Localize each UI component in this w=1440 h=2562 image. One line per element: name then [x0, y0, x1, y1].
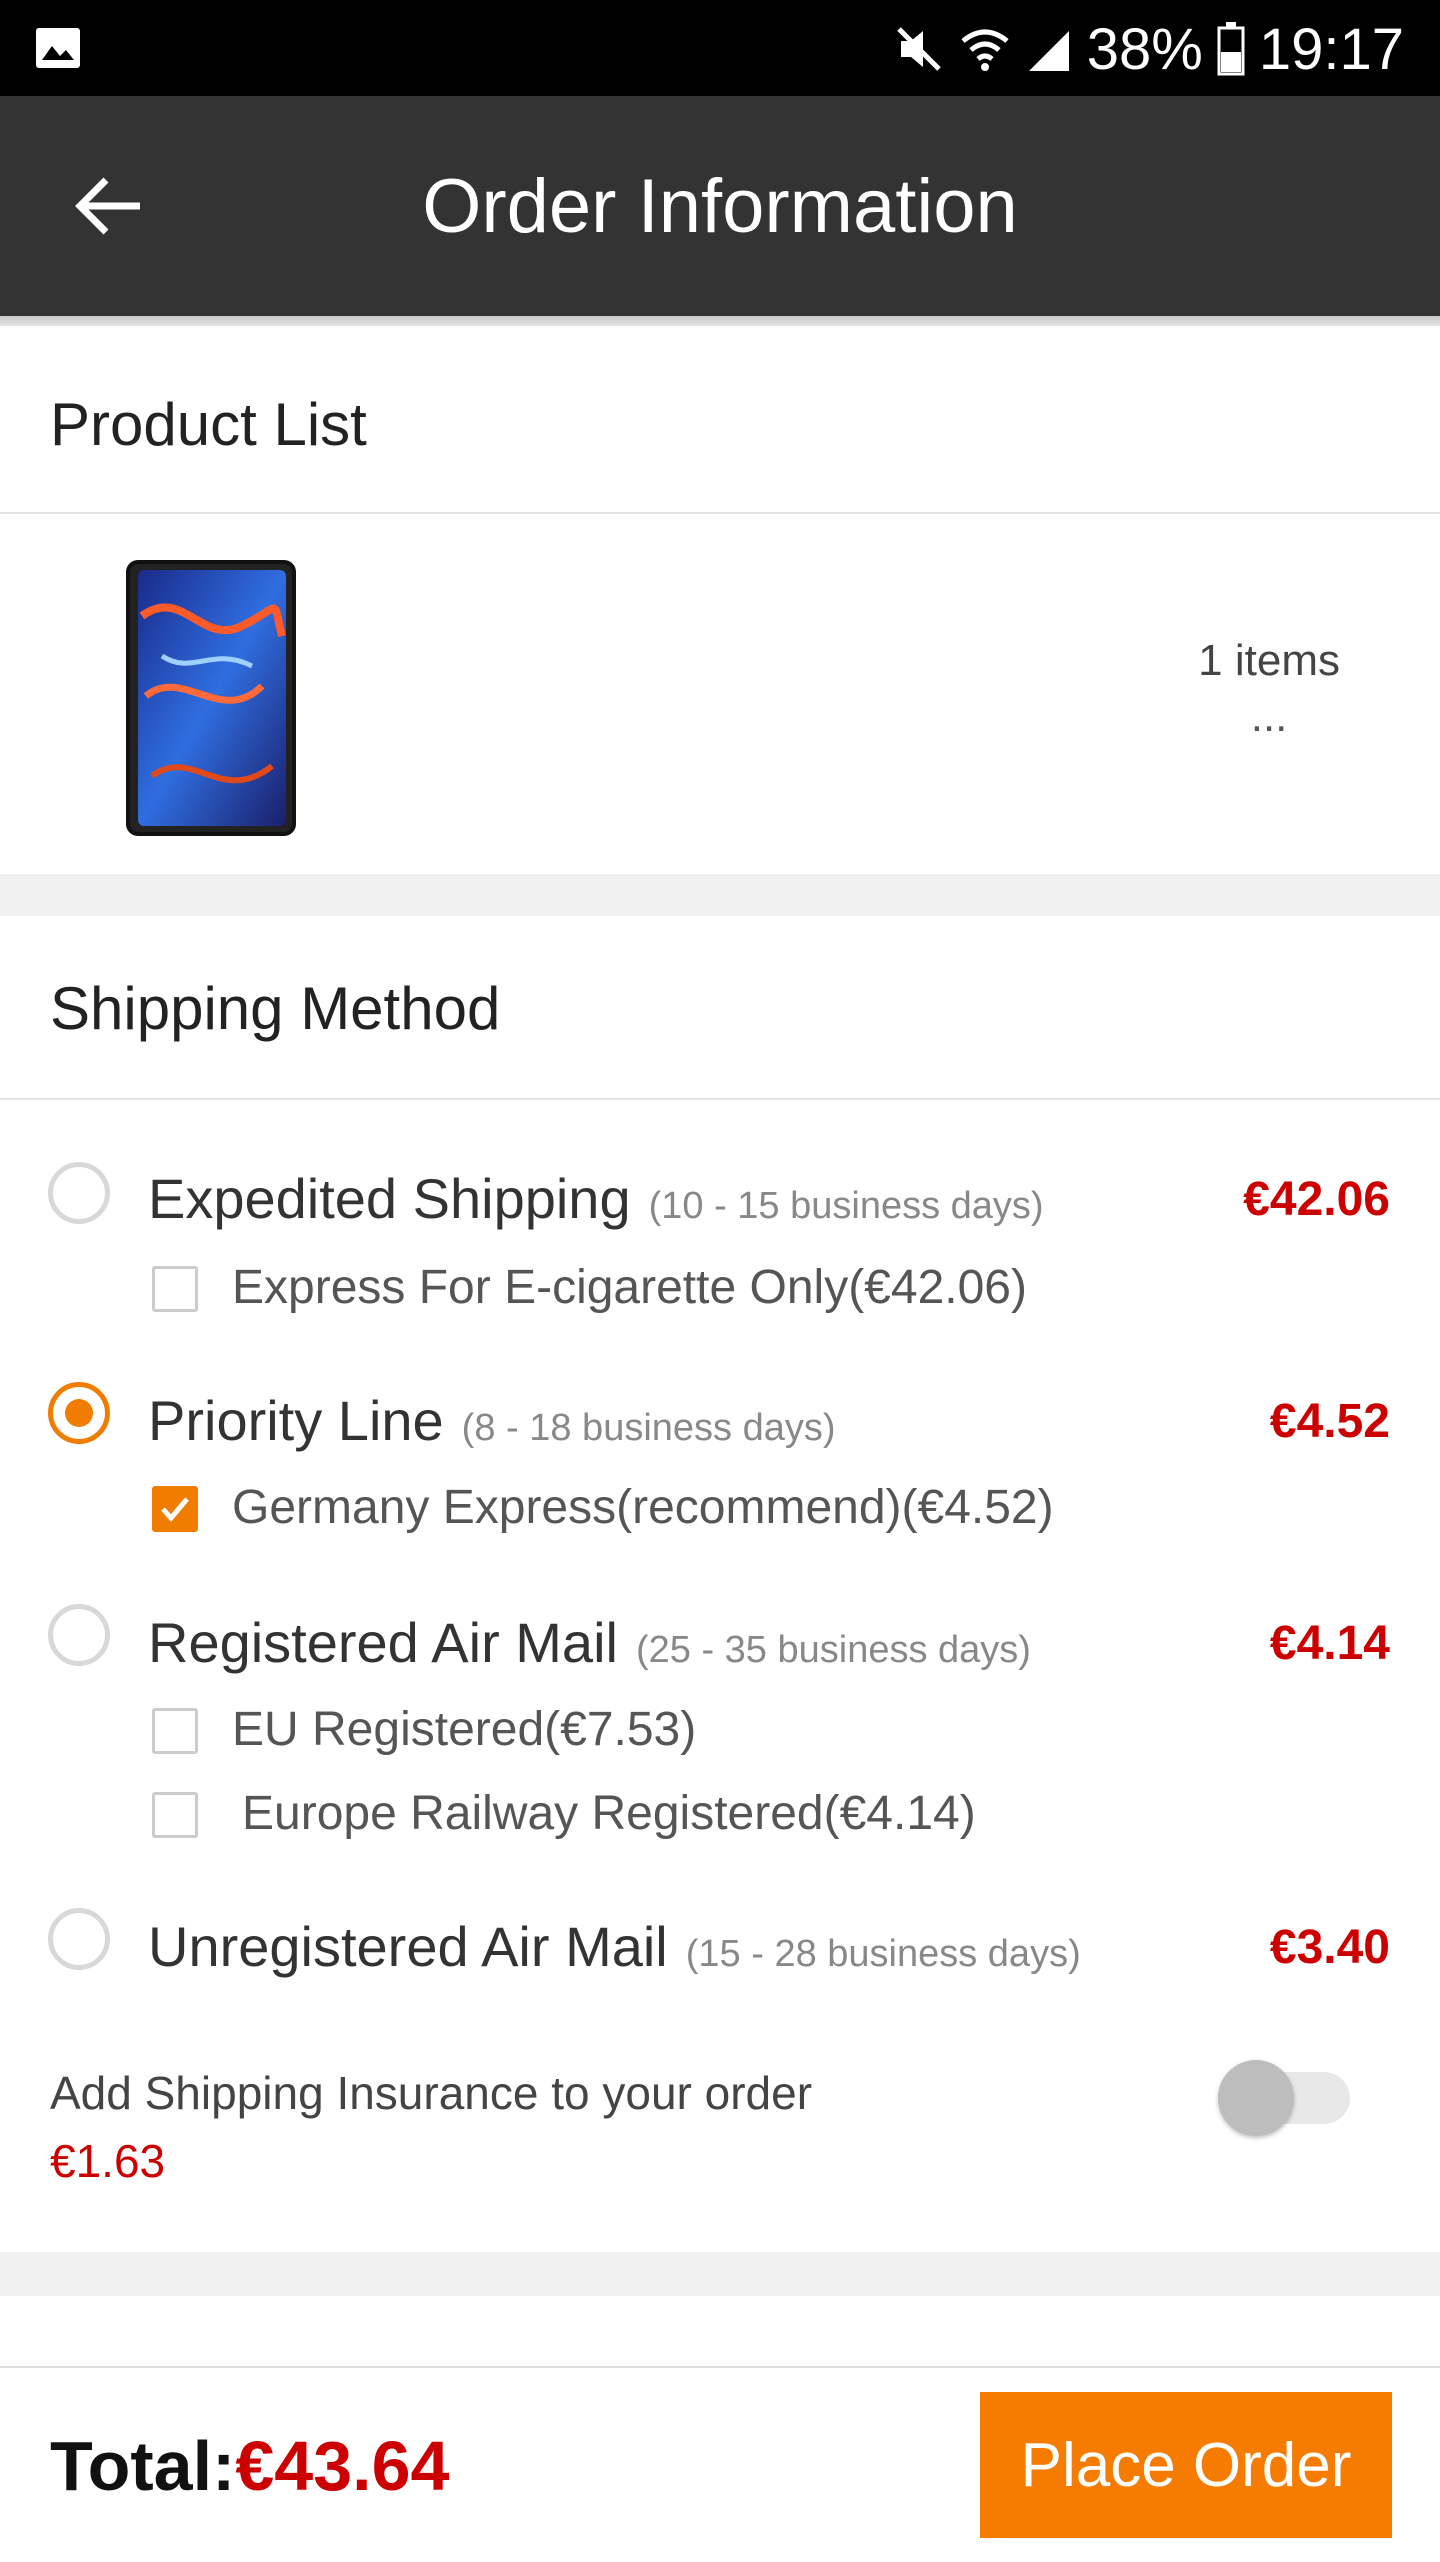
shipping-option-price: €4.52 — [1269, 1395, 1390, 1448]
shipping-option-price: €4.14 — [1269, 1617, 1390, 1670]
shipping-option-price: €42.06 — [1243, 1173, 1390, 1226]
order-total: Total:€43.64 — [50, 2426, 449, 2506]
shipping-option-name: Priority Line (8 - 18 business days) — [148, 1389, 836, 1452]
page-title: Order Information — [422, 163, 1018, 249]
checkbox-europe-railway[interactable] — [152, 1792, 198, 1838]
radio-priority-line[interactable] — [48, 1382, 110, 1444]
status-bar: 38% 19:17 — [0, 0, 1440, 96]
radio-expedited-shipping[interactable] — [48, 1162, 110, 1224]
shipping-method-title: Shipping Method — [50, 975, 501, 1042]
checkmark-icon — [161, 1497, 189, 1522]
sub-option-label: Europe Railway Registered(€4.14) — [242, 1787, 976, 1840]
checkbox-express-e-cigarette[interactable] — [152, 1266, 198, 1312]
clock: 19:17 — [1258, 16, 1404, 82]
app-bar: Order Information — [0, 96, 1440, 316]
more-dots: ... — [1250, 692, 1288, 741]
bottom-bar: Total:€43.64 Place Order — [0, 2366, 1440, 2562]
shipping-option-days: (8 - 18 business days) — [461, 1407, 836, 1449]
shipping-method-card — [0, 916, 1440, 2252]
checkbox-germany-express[interactable] — [152, 1486, 198, 1532]
toggle-knob — [1218, 2060, 1294, 2136]
shipping-option-price: €3.40 — [1269, 1921, 1390, 1974]
product-list-title: Product List — [50, 391, 367, 458]
shipping-insurance-toggle[interactable] — [1218, 2060, 1350, 2136]
radio-unregistered-air-mail[interactable] — [48, 1908, 110, 1970]
shipping-insurance-label: Add Shipping Insurance to your order — [50, 2067, 813, 2119]
product-thumbnail[interactable] — [122, 556, 300, 840]
shipping-option-days: (10 - 15 business days) — [648, 1185, 1044, 1227]
divider — [0, 1098, 1440, 1100]
divider — [0, 512, 1440, 514]
signal-icon — [1028, 31, 1069, 71]
wifi-icon — [961, 29, 1009, 71]
shipping-option-name: Expedited Shipping (10 - 15 business days… — [148, 1167, 1044, 1230]
place-order-button[interactable]: Place Order — [980, 2392, 1392, 2538]
shipping-option-name: Registered Air Mail (25 - 35 business day… — [148, 1611, 1031, 1674]
total-label: Total: — [50, 2427, 236, 2505]
checkbox-eu-registered[interactable] — [152, 1708, 198, 1754]
gallery-icon — [36, 28, 80, 68]
next-section-card — [0, 2296, 1440, 2366]
battery-percent: 38% — [1086, 16, 1203, 82]
shipping-option-days: (15 - 28 business days) — [685, 1933, 1081, 1975]
sub-option-label: Express For E-cigarette Only(€42.06) — [232, 1261, 1027, 1314]
shipping-option-name: Unregistered Air Mail (15 - 28 business d… — [148, 1915, 1081, 1978]
items-count-label: 1 items — [1198, 636, 1340, 685]
sub-option-label: Germany Express(recommend)(€4.52) — [232, 1481, 1054, 1534]
mute-icon — [896, 27, 941, 71]
battery-icon — [1217, 22, 1245, 76]
sub-option-label: EU Registered(€7.53) — [232, 1703, 697, 1756]
shipping-option-days: (25 - 35 business days) — [635, 1629, 1031, 1671]
total-amount: €43.64 — [235, 2427, 450, 2505]
items-count[interactable]: 1 items ... — [1198, 636, 1340, 742]
radio-registered-air-mail[interactable] — [48, 1604, 110, 1666]
shipping-insurance-price: €1.63 — [50, 2135, 166, 2187]
